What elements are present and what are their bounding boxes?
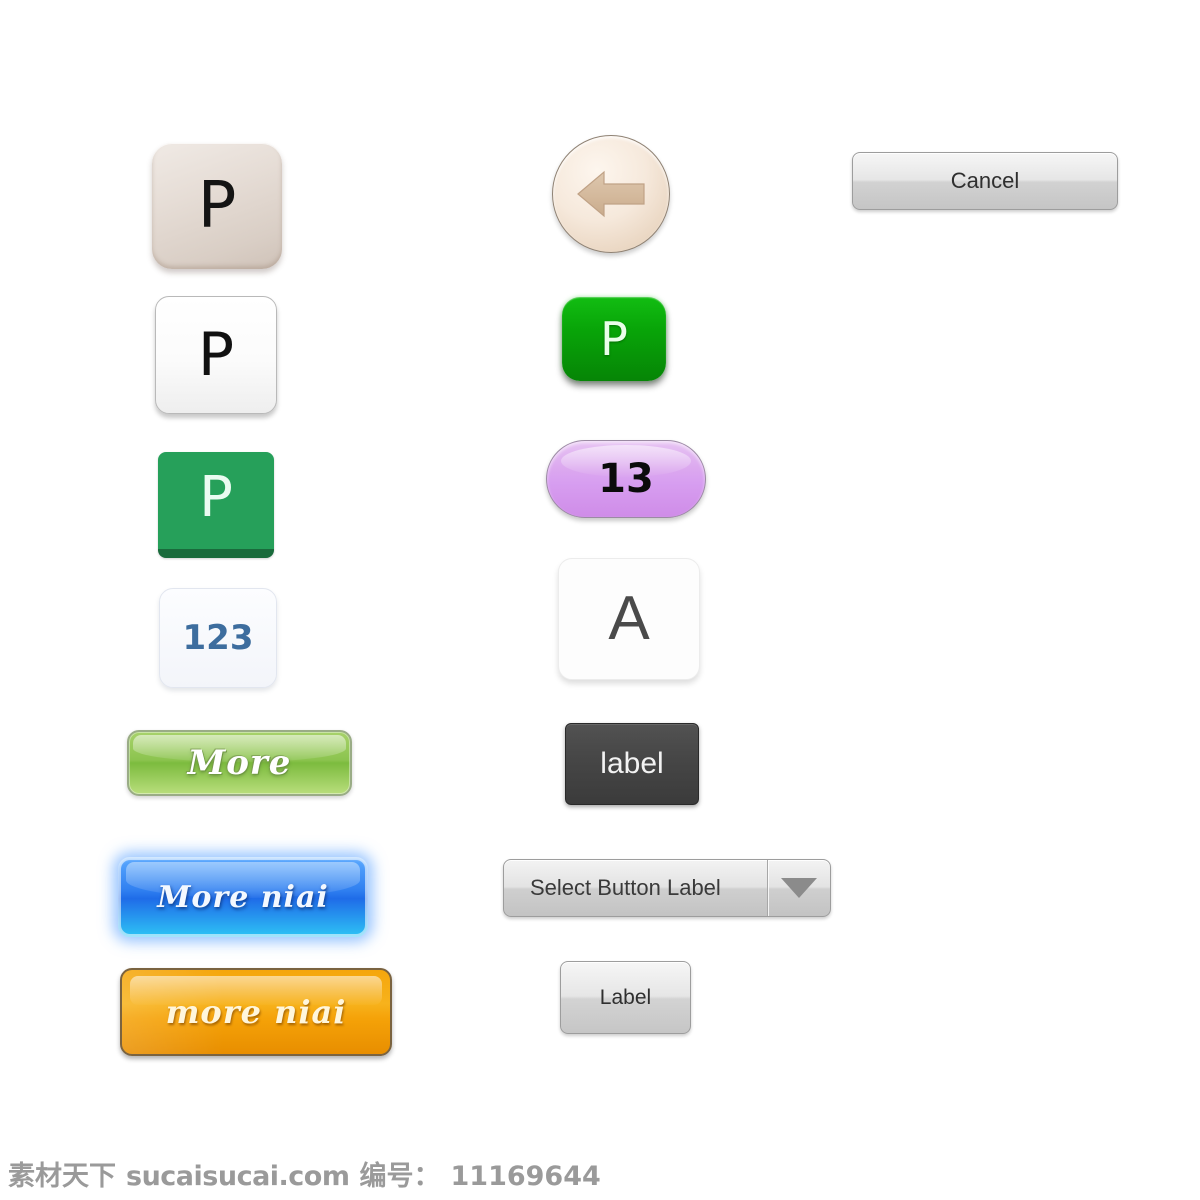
letter-a-key[interactable]: A — [558, 558, 700, 680]
thirteen-pill-button-label: 13 — [598, 456, 654, 502]
select-button-label-value: Select Button Label — [530, 875, 721, 900]
arrow-left-icon — [574, 166, 648, 222]
dark-label-button[interactable]: label — [565, 723, 699, 805]
dark-label-button-label: label — [600, 747, 664, 780]
more-green-button[interactable]: More — [127, 730, 352, 796]
back-button[interactable] — [552, 135, 670, 253]
select-button-label-dropdown[interactable]: Select Button Label — [503, 859, 831, 917]
beige-p-key[interactable]: P — [152, 143, 282, 269]
chevron-down-icon — [781, 878, 817, 898]
label-button[interactable]: Label — [560, 961, 691, 1034]
more-green-button-label: More — [187, 743, 292, 783]
cancel-button[interactable]: Cancel — [852, 152, 1118, 210]
watermark-site-cn: 素材天下 — [8, 1161, 116, 1192]
button-showcase-canvas: P P P 123 More More niai more niai P 13 … — [0, 0, 1200, 1200]
white-p-key-label: P — [197, 320, 235, 390]
beige-p-key-label: P — [197, 169, 237, 243]
more-niai-blue-button-label: More niai — [157, 879, 329, 915]
green-p-rounded-key-label: P — [600, 312, 628, 366]
more-niai-orange-button[interactable]: more niai — [120, 968, 392, 1056]
cancel-button-label: Cancel — [950, 168, 1020, 193]
more-niai-blue-button[interactable]: More niai — [118, 857, 368, 937]
watermark-id-value: 11169644 — [450, 1161, 601, 1192]
select-button-label-arrow[interactable] — [767, 860, 830, 916]
green-p-rounded-key[interactable]: P — [562, 297, 666, 381]
label-button-label: Label — [599, 985, 652, 1009]
numeric-key-label: 123 — [182, 618, 254, 658]
thirteen-pill-button[interactable]: 13 — [546, 440, 706, 518]
watermark: 素材天下 sucaisucai.com 编号： 11169644 — [8, 1154, 601, 1193]
watermark-site: sucaisucai.com — [126, 1161, 350, 1192]
numeric-key[interactable]: 123 — [159, 588, 277, 688]
green-p-key-label: P — [199, 464, 233, 530]
letter-a-key-label: A — [608, 584, 650, 653]
green-p-key[interactable]: P — [158, 452, 274, 558]
watermark-id-label: 编号： — [359, 1161, 441, 1192]
white-p-key[interactable]: P — [155, 296, 277, 414]
more-niai-orange-button-label: more niai — [165, 993, 347, 1031]
